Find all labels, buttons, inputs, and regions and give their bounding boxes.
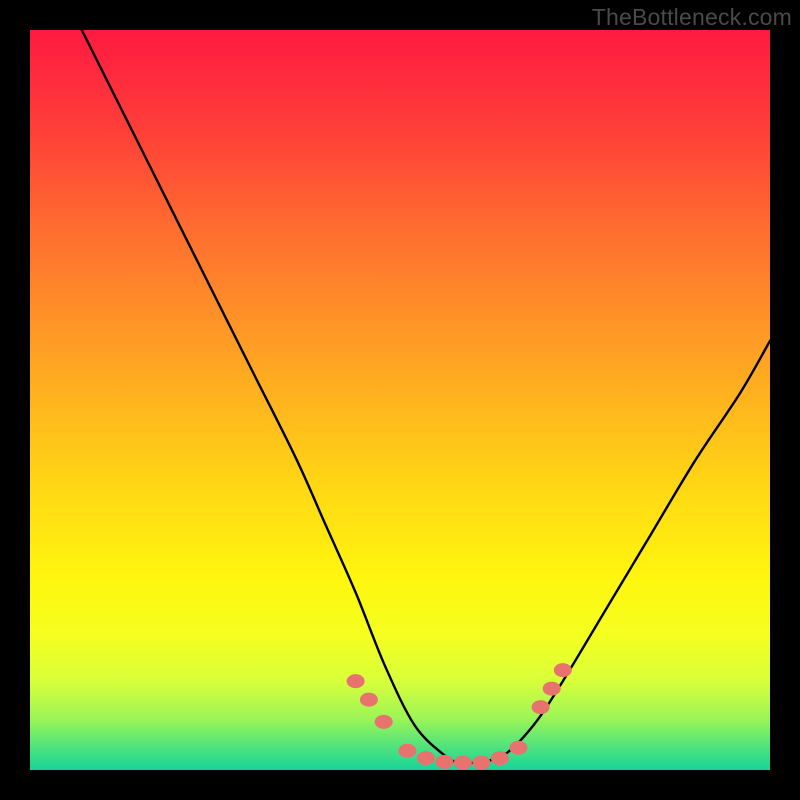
dot-valley-c1 bbox=[435, 755, 453, 769]
dot-left-lower bbox=[375, 715, 393, 729]
dot-right-lower bbox=[532, 700, 550, 714]
dot-valley-r1 bbox=[491, 751, 509, 765]
dot-right-mid bbox=[543, 682, 561, 696]
bottleneck-curve bbox=[82, 30, 770, 764]
dot-right-upper bbox=[554, 663, 572, 677]
curve-svg bbox=[30, 30, 770, 770]
dot-valley-c3 bbox=[472, 756, 490, 770]
plot-area bbox=[30, 30, 770, 770]
dot-valley-c2 bbox=[454, 756, 472, 770]
dot-valley-l1 bbox=[398, 744, 416, 758]
dot-valley-l2 bbox=[417, 751, 435, 765]
curve-markers bbox=[347, 663, 572, 770]
dot-left-upper bbox=[347, 674, 365, 688]
chart-frame: TheBottleneck.com bbox=[0, 0, 800, 800]
dot-left-mid bbox=[360, 693, 378, 707]
watermark-text: TheBottleneck.com bbox=[592, 4, 792, 31]
dot-valley-r2 bbox=[509, 741, 527, 755]
